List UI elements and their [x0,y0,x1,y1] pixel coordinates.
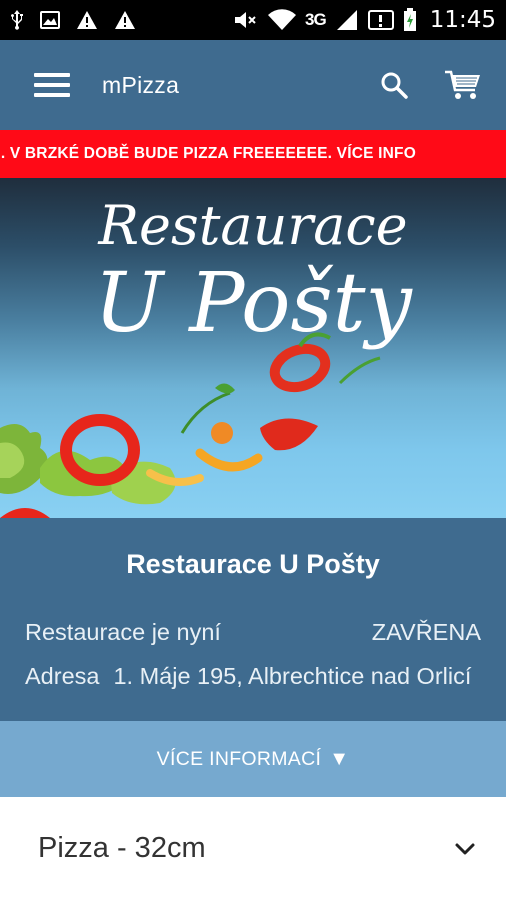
app-bar: mPizza [0,40,506,130]
sim-icon [367,9,394,31]
battery-icon [403,8,417,32]
address-value: 1. Máje 195, Albrechtice nad Orlicí [113,663,472,689]
restaurant-info: Restaurace U Pošty Restaurace je nyní ZA… [0,518,506,721]
status-value: ZAVŘENA [371,619,481,645]
address-label: Adresa [25,663,100,689]
menu-icon[interactable] [34,73,70,97]
marquee-text: TE SI NÁŠ WEB. V BRZKÉ DOBĚ BUDE PIZZA F… [0,145,416,162]
category-pizza-32cm[interactable]: Pizza - 32cm [0,797,506,900]
category-label: Pizza - 32cm [38,832,206,864]
triangle-down-icon: ▼ [329,747,350,770]
signal-icon [335,9,359,31]
status-time: 11:45 [429,7,496,33]
announcement-marquee: TE SI NÁŠ WEB. V BRZKÉ DOBĚ BUDE PIZZA F… [0,130,506,178]
address-row: Adresa 1. Máje 195, Albrechtice nad Orli… [25,663,481,690]
wifi-icon [268,9,297,31]
usb-icon [10,9,24,31]
more-info-label: VÍCE INFORMACÍ [156,747,322,770]
warning-icon [76,10,98,30]
network-type: 3G [305,10,327,29]
more-info-button[interactable]: VÍCE INFORMACÍ ▼ [0,721,506,797]
warning-icon [114,10,136,30]
image-icon [40,11,60,29]
chevron-down-icon[interactable] [454,842,476,856]
app-title: mPizza [102,71,180,98]
restaurant-name: Restaurace U Pošty [126,549,380,579]
cart-icon[interactable] [444,69,482,101]
vegetables-illustration [0,332,381,518]
status-label: Restaurace je nyní [25,619,221,645]
mute-icon [233,9,259,31]
search-icon[interactable] [380,71,408,99]
restaurant-banner: Restaurace U Pošty [0,178,506,518]
status-bar: 3G 11:45 [0,0,506,40]
status-row: Restaurace je nyní ZAVŘENA [25,619,481,646]
